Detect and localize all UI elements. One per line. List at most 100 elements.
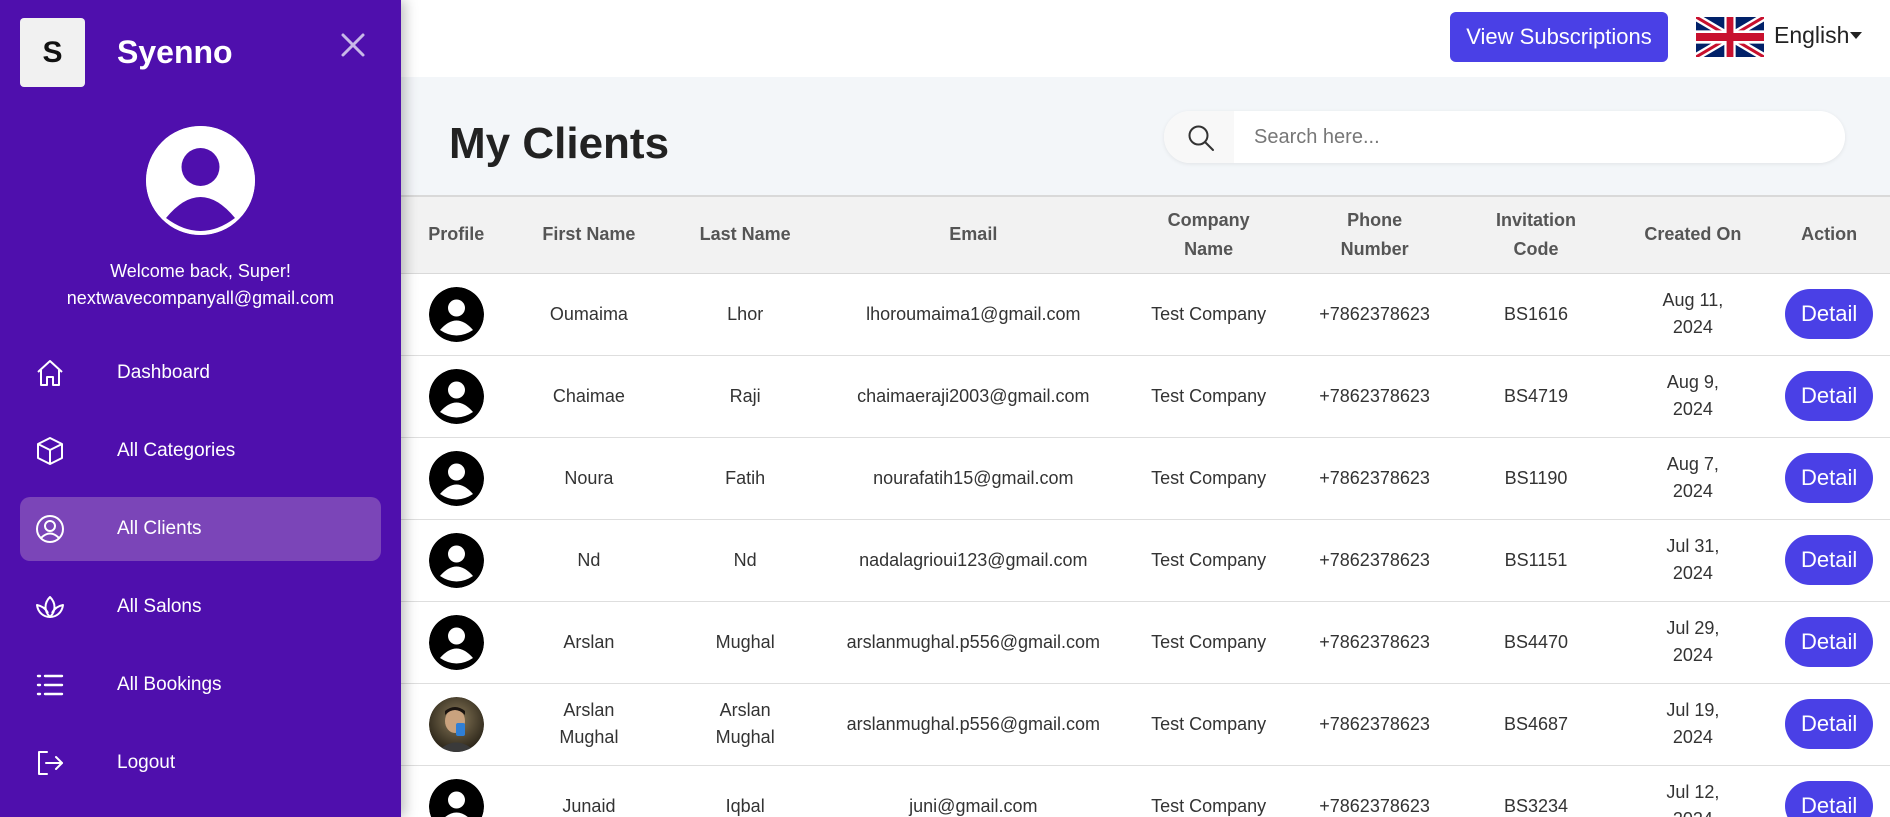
- cell-invitation-code: BS1616: [1504, 303, 1569, 324]
- cell-company-name: Test Company: [1151, 631, 1267, 652]
- client-avatar: [428, 614, 484, 670]
- cell-phone-number: +7862378623: [1319, 713, 1430, 734]
- detail-button[interactable]: Detail: [1785, 371, 1874, 421]
- user-avatar-icon: [146, 126, 255, 235]
- detail-button[interactable]: Detail: [1785, 289, 1874, 339]
- view-subscriptions-button[interactable]: View Subscriptions: [1450, 12, 1668, 62]
- column-header-company-name: Company Name: [1122, 197, 1295, 274]
- cell-phone-number: +7862378623: [1319, 385, 1430, 406]
- cell-profile: [401, 683, 512, 765]
- cell-action: Detail: [1768, 765, 1890, 817]
- detail-button[interactable]: Detail: [1785, 453, 1874, 503]
- table-row: Chaimae Raji chaimaeraji2003@gmail.com Test…: [401, 355, 1890, 437]
- client-avatar: [428, 532, 484, 588]
- cell-action: Detail: [1768, 437, 1890, 519]
- sidebar-item-all-salons[interactable]: All Salons: [20, 575, 381, 639]
- detail-button[interactable]: Detail: [1785, 535, 1874, 585]
- column-header-last-name: Last Name: [666, 197, 825, 274]
- cell-action: Detail: [1768, 355, 1890, 437]
- client-avatar: [428, 368, 484, 424]
- table-row: Junaid Iqbal juni@gmail.com Test Company +78…: [401, 765, 1890, 817]
- cell-last-name: Mughal: [715, 631, 775, 652]
- cell-last-name: Nd: [733, 549, 757, 570]
- cell-last-name: Lhor: [727, 303, 764, 324]
- detail-button[interactable]: Detail: [1785, 617, 1874, 667]
- cell-action: Detail: [1768, 683, 1890, 765]
- search-icon[interactable]: [1186, 123, 1216, 153]
- search-input[interactable]: [1234, 111, 1845, 163]
- detail-button[interactable]: Detail: [1785, 781, 1874, 817]
- cell-created-on: Jul 31, 2024: [1666, 536, 1720, 583]
- logo-letter: S: [42, 35, 63, 69]
- cell-created-on: Jul 19, 2024: [1666, 700, 1720, 747]
- cell-phone-number: +7862378623: [1319, 631, 1430, 652]
- lotus-icon: [36, 596, 64, 618]
- page-title: My Clients: [449, 119, 670, 168]
- table-row: Arslan Mughal Arslan Mughal arslanmughal.p…: [401, 683, 1890, 765]
- cell-invitation-code: BS1151: [1504, 549, 1568, 570]
- sidebar-item-label: All Clients: [117, 518, 202, 539]
- cell-action: Detail: [1768, 519, 1890, 601]
- cell-created-on: Aug 9, 2024: [1666, 372, 1719, 419]
- cell-company-name: Test Company: [1151, 385, 1267, 406]
- sidebar-item-logout[interactable]: Logout: [20, 731, 381, 795]
- welcome-message: Welcome back, Super!: [110, 261, 291, 281]
- cell-company-name: Test Company: [1151, 713, 1267, 734]
- logout-icon: [38, 751, 63, 775]
- sidebar-nav: Dashboard All Categories All Clients All…: [20, 341, 381, 809]
- cell-created-on: Aug 11, 2024: [1662, 290, 1724, 337]
- column-header-first-name: First Name: [511, 197, 667, 274]
- logo[interactable]: S: [20, 18, 85, 87]
- cell-profile: [401, 273, 512, 355]
- cell-profile: [401, 355, 512, 437]
- brand-name: Syenno: [117, 34, 233, 70]
- sidebar-item-dashboard[interactable]: Dashboard: [20, 341, 381, 405]
- detail-button[interactable]: Detail: [1785, 699, 1874, 749]
- client-avatar: [428, 286, 484, 342]
- cell-phone-number: +7862378623: [1319, 303, 1430, 324]
- sidebar-item-all-clients[interactable]: All Clients: [20, 497, 381, 561]
- column-header-email: Email: [824, 197, 1123, 274]
- cube-icon: [37, 437, 63, 465]
- cell-created-on: Aug 7, 2024: [1666, 454, 1719, 501]
- clients-table: Profile First Name Last Name Email Compa…: [401, 197, 1890, 817]
- cell-email: arslanmughal.p556@gmail.com: [846, 631, 1101, 652]
- sidebar-item-label: All Categories: [117, 440, 236, 461]
- cell-email: nourafatih15@gmail.com: [873, 467, 1074, 488]
- column-header-phone-number: Phone Number: [1294, 197, 1455, 274]
- sidebar-item-label: Dashboard: [117, 362, 210, 383]
- cell-invitation-code: BS4719: [1504, 385, 1569, 406]
- cell-invitation-code: BS4687: [1504, 713, 1569, 734]
- column-header-action: Action: [1768, 197, 1890, 274]
- cell-first-name: Noura: [564, 467, 614, 488]
- chevron-down-icon[interactable]: [1850, 32, 1862, 39]
- cell-first-name: Arslan Mughal: [559, 700, 619, 747]
- cell-email: arslanmughal.p556@gmail.com: [846, 713, 1101, 734]
- cell-email: nadalagrioui123@gmail.com: [859, 549, 1088, 570]
- cell-action: Detail: [1768, 601, 1890, 683]
- sidebar-item-label: All Bookings: [117, 674, 222, 695]
- search-icon-container: [1164, 111, 1234, 163]
- cell-profile: [401, 765, 512, 817]
- sidebar-item-all-categories[interactable]: All Categories: [20, 419, 381, 483]
- close-icon[interactable]: [338, 30, 368, 60]
- column-header-profile: Profile: [401, 197, 512, 274]
- sidebar-item-all-bookings[interactable]: All Bookings: [20, 653, 381, 717]
- table-row: Oumaima Lhor lhoroumaima1@gmail.com Test Co…: [401, 273, 1890, 355]
- user-email: nextwavecompanyall@gmail.com: [66, 288, 335, 308]
- search-bar: [1164, 111, 1845, 163]
- cell-email: juni@gmail.com: [909, 795, 1038, 816]
- cell-profile: [401, 601, 512, 683]
- cell-phone-number: +7862378623: [1319, 795, 1430, 816]
- cell-company-name: Test Company: [1151, 303, 1267, 324]
- table-row: Noura Fatih nourafatih15@gmail.com Test Com…: [401, 437, 1890, 519]
- sidebar-item-label: Logout: [117, 752, 176, 773]
- cell-last-name: Iqbal: [725, 795, 765, 816]
- uk-flag-icon: [1696, 17, 1764, 57]
- language-selector[interactable]: English: [1774, 22, 1849, 49]
- cell-first-name: Junaid: [562, 795, 616, 816]
- cell-company-name: Test Company: [1151, 467, 1267, 488]
- cell-phone-number: +7862378623: [1319, 467, 1430, 488]
- client-avatar: [428, 778, 484, 817]
- sidebar: S Syenno Welcome back, Super! nextwaveco…: [0, 0, 401, 817]
